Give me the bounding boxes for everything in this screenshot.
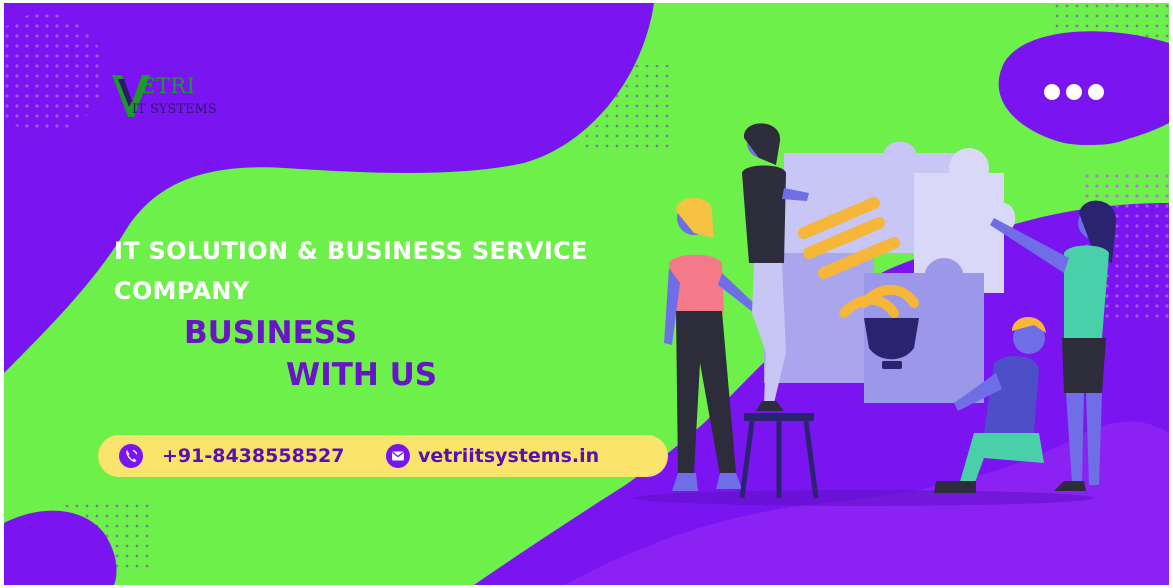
- phone-icon: [119, 444, 143, 468]
- team-puzzle-illustration: [634, 123, 1117, 506]
- headline-line-2: COMPANY: [114, 277, 250, 305]
- contact-bar: +91-8438558527 vetriitsystems.in: [98, 435, 668, 477]
- phone-number[interactable]: +91-8438558527: [162, 445, 344, 467]
- puzzle-pieces: [764, 141, 1016, 403]
- website-link[interactable]: vetriitsystems.in: [418, 445, 599, 467]
- tagline-business: BUSINESS: [184, 315, 358, 351]
- logo-text-primary: ETRI: [140, 74, 196, 98]
- logo-text-secondary: IT SYSTEMS: [132, 102, 217, 117]
- headline: IT SOLUTION & BUSINESS SERVICE COMPANY: [114, 231, 588, 311]
- tagline-with-us: WITH US: [286, 357, 438, 393]
- email-icon: [386, 444, 410, 468]
- person-woman-pink: [664, 197, 759, 491]
- company-logo: ETRI IT SYSTEMS: [112, 73, 262, 123]
- more-dots-icon: [1044, 83, 1114, 103]
- banner: ETRI IT SYSTEMS IT SOLUTION & BUSINESS S…: [4, 3, 1169, 585]
- headline-line-1: IT SOLUTION & BUSINESS SERVICE: [114, 237, 588, 265]
- stool: [739, 413, 819, 499]
